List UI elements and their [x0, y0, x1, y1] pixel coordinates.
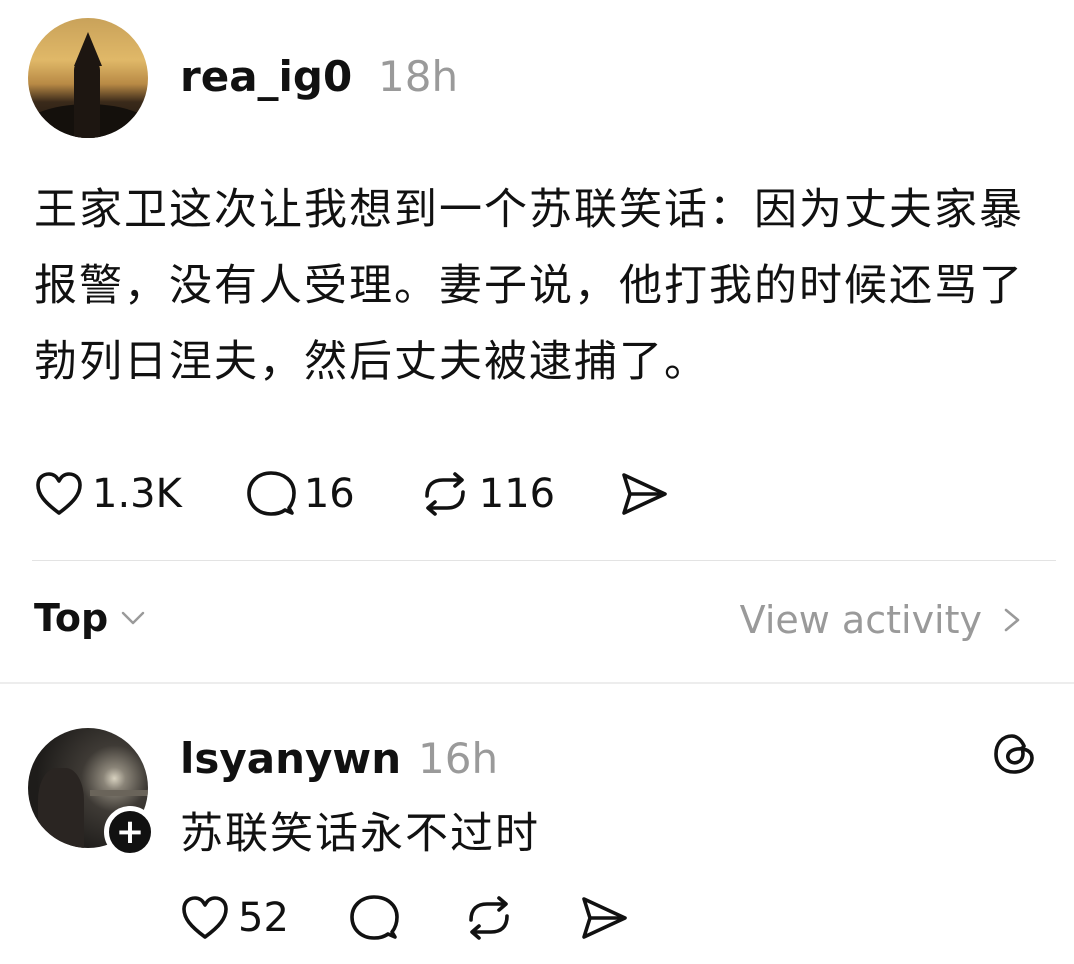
avatar-silhouette [74, 58, 100, 138]
like-button[interactable]: 1.3K [34, 471, 182, 517]
repost-icon [424, 472, 465, 516]
reply-repost-button[interactable] [463, 894, 515, 942]
share-button[interactable] [619, 471, 669, 517]
post-username[interactable]: rea_ig0 [180, 52, 352, 101]
comment-button[interactable]: 16 [246, 470, 355, 518]
share-send-icon [582, 897, 627, 939]
heart-icon [182, 896, 228, 939]
reply-like-button[interactable]: 52 [180, 895, 289, 941]
view-activity-link[interactable]: View activity [740, 598, 1030, 642]
comment-bubble-icon [247, 471, 296, 516]
reply-comment-button[interactable] [349, 894, 399, 942]
repost-button[interactable]: 116 [419, 470, 555, 518]
heart-icon [36, 472, 82, 515]
post-actions: 1.3K 16 116 [34, 470, 733, 518]
reply-username[interactable]: lsyanywn [180, 734, 401, 783]
divider [32, 560, 1056, 561]
share-send-icon [622, 473, 667, 515]
reply-like-count: 52 [238, 895, 289, 941]
sort-dropdown[interactable]: Top [34, 596, 146, 640]
repost-icon [469, 896, 509, 940]
section-divider [0, 682, 1074, 684]
comment-count: 16 [303, 471, 355, 517]
post-body-text: 王家卫这次让我想到一个苏联笑话：因为丈夫家暴报警，没有人受理。妻子说，他打我的时… [34, 185, 1024, 387]
reply-timestamp: 16h [418, 734, 499, 783]
like-count: 1.3K [92, 471, 182, 517]
comment-bubble-icon [350, 895, 399, 940]
avatar-skyline [90, 790, 148, 796]
chevron-right-icon [1004, 608, 1020, 632]
follow-plus-icon[interactable]: + [104, 806, 156, 858]
threads-post-page: rea_ig0 18h 王家卫这次让我想到一个苏联笑话：因为丈夫家暴报警，没有人… [0, 0, 1074, 964]
repost-count: 116 [478, 471, 556, 517]
reply-share-button[interactable] [579, 895, 629, 941]
view-activity-label: View activity [739, 598, 982, 642]
post-timestamp: 18h [378, 52, 459, 101]
sort-label: Top [34, 596, 109, 640]
reply-body-text: 苏联笑话永不过时 [180, 809, 540, 859]
avatar[interactable] [28, 18, 148, 138]
avatar-silhouette-hands [74, 32, 102, 66]
threads-logo-icon[interactable] [990, 730, 1038, 778]
avatar-figure [38, 768, 84, 848]
reply-actions: 52 [180, 894, 693, 942]
chevron-down-icon [121, 611, 145, 625]
